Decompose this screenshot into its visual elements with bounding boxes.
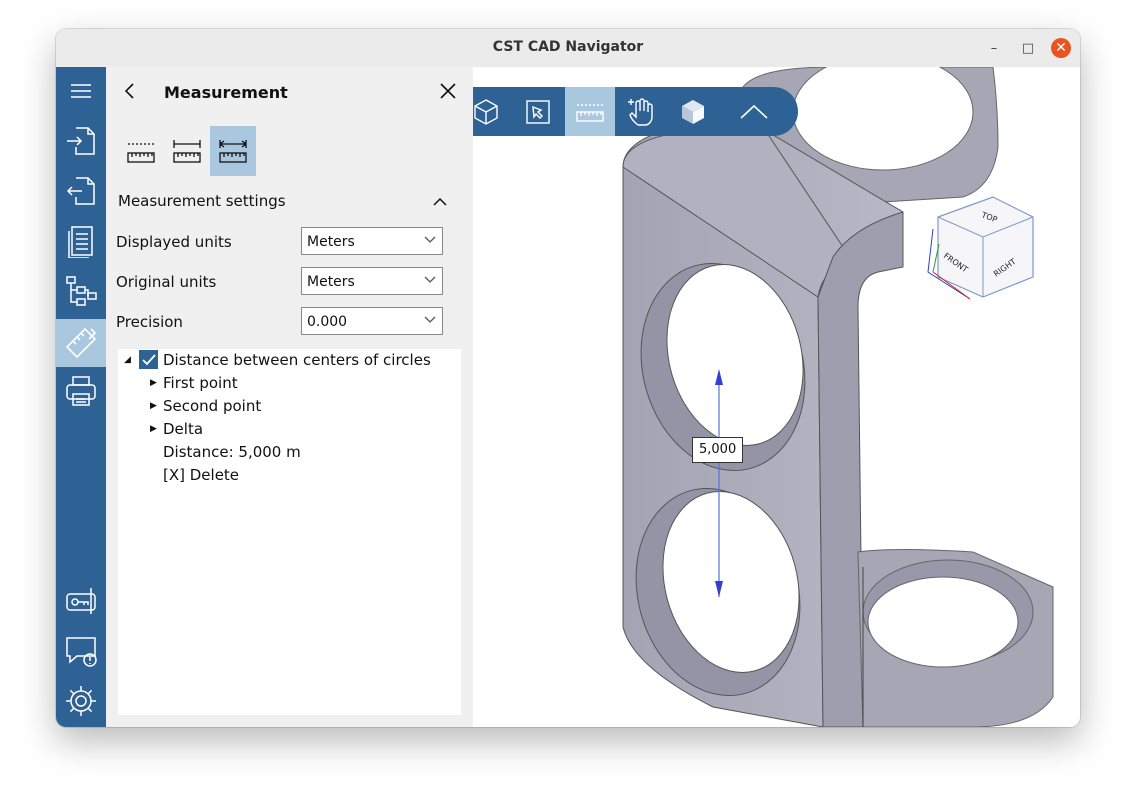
original-units-value: Meters xyxy=(307,274,355,290)
distance-value: Distance: 5,000 m xyxy=(163,443,301,461)
edge-measure-button[interactable] xyxy=(164,126,210,176)
panel-header: Measurement xyxy=(106,67,473,115)
back-button[interactable] xyxy=(118,79,142,103)
sidebar xyxy=(56,67,106,727)
collapse-section-button[interactable] xyxy=(431,193,449,209)
checkmark-icon xyxy=(142,354,156,366)
measurement-settings-title: Measurement settings xyxy=(118,192,286,210)
measurement-checkbox[interactable] xyxy=(139,350,158,369)
chevron-down-icon xyxy=(424,276,436,283)
tree-item-second-point[interactable]: Second point xyxy=(163,397,261,415)
shaded-view-button[interactable] xyxy=(668,87,718,136)
menu-button[interactable] xyxy=(56,69,106,113)
viewport-toolbar xyxy=(473,87,798,136)
license-key-icon xyxy=(66,588,96,614)
distance-measure-button[interactable] xyxy=(210,126,256,176)
tree-item-first-point[interactable]: First point xyxy=(163,374,238,392)
document-button[interactable] xyxy=(56,219,106,263)
collapsed-triangle-icon[interactable]: ▶ xyxy=(150,378,157,388)
displayed-units-select[interactable]: Meters xyxy=(301,227,443,255)
window-title: CST CAD Navigator xyxy=(492,39,644,55)
original-units-select[interactable]: Meters xyxy=(301,267,443,295)
distance-measure-icon xyxy=(219,140,247,163)
point-measure-button[interactable] xyxy=(118,126,164,176)
measurement-panel: Measurement Measurement settings Display… xyxy=(106,67,473,727)
collapse-toolbar-button[interactable] xyxy=(726,87,782,136)
expanded-triangle-icon[interactable]: ◢ xyxy=(124,355,131,365)
precision-value: 0.000 xyxy=(307,314,348,330)
print-button[interactable] xyxy=(56,369,106,413)
chevron-down-icon xyxy=(424,236,436,243)
view-cube[interactable]: TOP FRONT RIGHT xyxy=(927,196,1034,300)
export-button[interactable] xyxy=(56,169,106,213)
measure-ruler-icon xyxy=(576,103,604,122)
chevron-up-icon xyxy=(433,197,447,206)
feedback-button[interactable] xyxy=(56,629,106,673)
menu-icon xyxy=(71,84,91,98)
measure-button[interactable] xyxy=(565,87,615,136)
tree-item-delta[interactable]: Delta xyxy=(163,420,203,438)
chevron-left-icon xyxy=(124,83,134,99)
cad-model[interactable]: TOP FRONT RIGHT xyxy=(473,67,1080,727)
tree-structure-icon xyxy=(66,276,97,306)
collapsed-triangle-icon[interactable]: ▶ xyxy=(150,401,157,411)
panel-title: Measurement xyxy=(164,83,288,102)
collapse-chevron-icon xyxy=(740,104,768,119)
delete-measurement-link[interactable]: [X] Delete xyxy=(163,466,239,484)
license-button[interactable] xyxy=(56,579,106,623)
edge-measure-icon xyxy=(173,140,201,163)
import-button[interactable] xyxy=(56,119,106,163)
feedback-icon xyxy=(66,637,97,667)
settings-button[interactable] xyxy=(56,679,106,723)
tree-structure-button[interactable] xyxy=(56,269,106,313)
close-icon xyxy=(440,83,456,99)
title-bar: CST CAD Navigator – □ ✕ xyxy=(56,29,1080,68)
select-button[interactable] xyxy=(513,87,563,136)
original-units-label: Original units xyxy=(116,273,217,291)
chevron-down-icon xyxy=(424,316,436,323)
measurement-tree: ◢ Distance between centers of circles ▶ … xyxy=(118,349,461,715)
measurement-value-label: 5,000 xyxy=(692,437,744,463)
pan-button[interactable] xyxy=(616,87,666,136)
export-icon xyxy=(66,177,95,205)
maximize-button[interactable]: □ xyxy=(1018,38,1038,58)
measurement-root-label[interactable]: Distance between centers of circles xyxy=(163,351,431,369)
view-cube-button[interactable] xyxy=(473,87,511,136)
measurement-icon xyxy=(65,327,97,359)
measurement-button[interactable] xyxy=(56,319,106,367)
document-icon xyxy=(68,226,93,258)
point-measure-icon xyxy=(127,143,155,163)
3d-viewport[interactable]: TOP FRONT RIGHT 5,000 xyxy=(473,67,1080,727)
precision-label: Precision xyxy=(116,313,183,331)
close-panel-button[interactable] xyxy=(436,79,460,103)
settings-gear-icon xyxy=(66,686,96,716)
collapsed-triangle-icon[interactable]: ▶ xyxy=(150,424,157,434)
print-icon xyxy=(66,376,96,406)
displayed-units-value: Meters xyxy=(307,234,355,250)
view-cube-icon xyxy=(474,98,498,125)
displayed-units-label: Displayed units xyxy=(116,233,232,251)
pan-hand-icon xyxy=(628,97,653,126)
shaded-box-icon xyxy=(682,99,704,124)
import-icon xyxy=(67,127,95,155)
select-icon xyxy=(526,99,550,124)
minimize-button[interactable]: – xyxy=(984,38,1004,58)
app-window: CST CAD Navigator – □ ✕ Measurement Meas… xyxy=(56,29,1080,727)
close-window-button[interactable]: ✕ xyxy=(1051,38,1071,58)
precision-select[interactable]: 0.000 xyxy=(301,307,443,335)
